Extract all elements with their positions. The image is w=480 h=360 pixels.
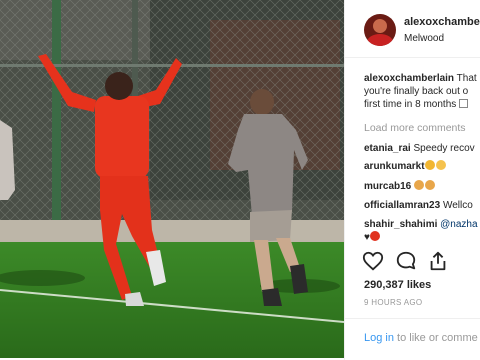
comment-item: officiallamran23 Wellco [364, 199, 473, 212]
comment-text: Speedy recov [413, 143, 475, 154]
caption-username[interactable]: alexoxchamberlain [364, 73, 454, 84]
comment-username[interactable]: shahir_shahimi [364, 219, 437, 230]
login-prompt: Log in to like or comme [364, 332, 478, 344]
post-username[interactable]: alexoxchamberlain [404, 16, 480, 28]
load-more-comments[interactable]: Load more comments [364, 122, 466, 134]
post-side-panel: alexoxchamberlain Melwood alexoxchamberl… [344, 0, 480, 360]
action-bar [345, 246, 480, 276]
emoji-icon [459, 99, 469, 108]
clap-emoji-icon [424, 160, 435, 170]
training-ground-image [0, 0, 344, 358]
heart-outline-icon[interactable] [362, 250, 384, 272]
heart-emoji-icon: ♥ [364, 232, 370, 243]
waving-hand-emoji-icon [425, 180, 436, 190]
comment-username[interactable]: arunkumarkt [364, 161, 425, 172]
comment-item: shahir_shahimi @nazha [364, 218, 478, 231]
comment-username[interactable]: officiallamran23 [364, 200, 440, 211]
red-circle-emoji-icon [369, 231, 380, 241]
comment-item: murcab16 [364, 180, 436, 193]
comment-username[interactable]: etania_rai [364, 143, 411, 154]
share-upload-icon[interactable] [427, 250, 449, 272]
post-photo[interactable] [0, 0, 344, 358]
post-timestamp: 9 HOURS AGO [364, 298, 423, 307]
post-header: alexoxchamberlain Melwood [345, 0, 480, 58]
comment-emoji-line: ♥ [364, 231, 381, 244]
login-bar: Log in to like or comme [345, 318, 480, 360]
likes-count[interactable]: 290,387 likes [364, 279, 431, 291]
comment-text: Wellco [442, 200, 473, 211]
post-caption: alexoxchamberlain That you're finally ba… [364, 72, 480, 111]
instagram-post-view: alexoxchamberlain Melwood alexoxchamberl… [0, 0, 480, 360]
comment-item: arunkumarkt [364, 160, 447, 173]
comment-username[interactable]: murcab16 [364, 181, 411, 192]
caption-line-3: first time in 8 months [364, 99, 457, 110]
comment-mention[interactable]: @nazha [440, 219, 477, 230]
login-rest-text: to like or comme [397, 332, 478, 344]
comment-bubble-icon[interactable] [395, 250, 417, 272]
waving-hand-emoji-icon [414, 180, 425, 190]
caption-line-1: That [456, 73, 477, 84]
comment-item: etania_rai Speedy recov [364, 142, 475, 155]
caption-line-2: you're finally back out o [364, 86, 469, 97]
thumbs-up-emoji-icon [435, 160, 446, 170]
avatar[interactable] [364, 14, 396, 46]
post-location[interactable]: Melwood [404, 33, 444, 44]
login-link[interactable]: Log in [364, 332, 394, 344]
